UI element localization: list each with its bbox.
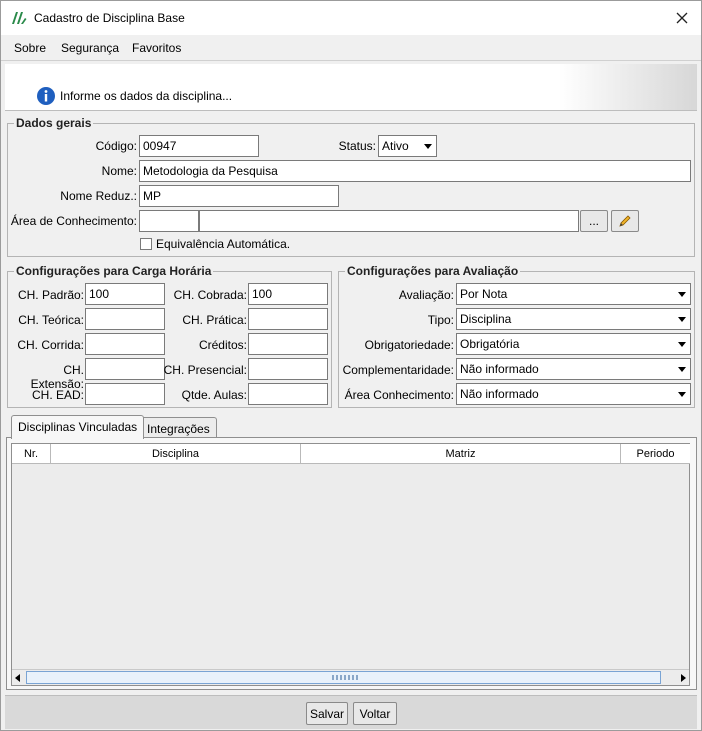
chevron-down-icon <box>678 342 686 347</box>
status-select[interactable]: Ativo <box>378 135 437 157</box>
ch-extensao-field[interactable] <box>85 358 165 380</box>
complementaridade-select[interactable]: Não informado <box>456 358 691 380</box>
scroll-right-icon[interactable] <box>681 674 686 682</box>
disciplinas-grid[interactable]: Nr. Disciplina Matriz Periodo <box>11 443 690 686</box>
main-window: Cadastro de Disciplina Base Sobre Segura… <box>0 0 702 731</box>
column-header-disciplina[interactable]: Disciplina <box>51 444 301 464</box>
ch-presencial-label: CH. Presencial: <box>163 363 247 377</box>
nome-reduz-label: Nome Reduz.: <box>60 189 137 203</box>
ch-pratica-label: CH. Prática: <box>182 313 247 327</box>
chevron-down-icon <box>678 292 686 297</box>
complementaridade-value: Não informado <box>460 362 539 376</box>
equivalencia-checkbox[interactable] <box>140 238 152 250</box>
menu-bar: Sobre Segurança Favoritos <box>1 35 701 61</box>
qtde-aulas-label: Qtde. Aulas: <box>181 388 247 402</box>
info-icon <box>36 86 56 109</box>
nome-field[interactable]: Metodologia da Pesquisa <box>139 160 691 182</box>
avaliacao-value: Por Nota <box>460 287 508 301</box>
dados-gerais-legend: Dados gerais <box>14 116 94 130</box>
app-logo-icon <box>11 11 27 28</box>
tipo-value: Disciplina <box>460 312 512 326</box>
footer-bar: Salvar Voltar <box>5 695 697 729</box>
area-conhecimento-value: Não informado <box>460 387 539 401</box>
area-conhecimento-select[interactable]: Não informado <box>456 383 691 405</box>
chevron-down-icon <box>678 392 686 397</box>
creditos-field[interactable] <box>248 333 328 355</box>
column-header-matriz[interactable]: Matriz <box>301 444 621 464</box>
equivalencia-label: Equivalência Automática. <box>156 237 291 251</box>
ch-teorica-field[interactable] <box>85 308 165 330</box>
column-header-nr[interactable]: Nr. <box>12 444 51 464</box>
scrollbar-thumb[interactable] <box>26 671 661 684</box>
tab-disciplinas-vinculadas[interactable]: Disciplinas Vinculadas <box>11 415 145 439</box>
ch-padrao-field[interactable]: 100 <box>85 283 165 305</box>
ch-padrao-label: CH. Padrão: <box>17 288 84 302</box>
ch-presencial-field[interactable] <box>248 358 328 380</box>
tab-panel: Nr. Disciplina Matriz Periodo <box>6 437 697 690</box>
carga-horaria-legend: Configurações para Carga Horária <box>14 264 214 278</box>
ch-ead-field[interactable] <box>85 383 165 405</box>
chevron-down-icon <box>678 317 686 322</box>
ch-cobrada-field[interactable]: 100 <box>248 283 328 305</box>
obrigatoriedade-value: Obrigatória <box>460 337 520 351</box>
info-text: Informe os dados da disciplina... <box>60 89 233 103</box>
qtde-aulas-field[interactable] <box>248 383 328 405</box>
ch-cobrada-label: CH. Cobrada: <box>173 288 247 302</box>
ch-ead-label: CH. EAD: <box>31 388 84 402</box>
pencil-icon <box>617 215 633 232</box>
avaliacao-select[interactable]: Por Nota <box>456 283 691 305</box>
ch-extensao-label: CH. Extensão: <box>30 363 84 391</box>
dados-gerais-group: Dados gerais Código: 00947 Status: Ativo… <box>7 116 695 257</box>
nome-reduz-field[interactable]: MP <box>139 185 339 207</box>
carga-horaria-group: Configurações para Carga Horária CH. Pad… <box>7 264 332 408</box>
nome-label: Nome: <box>101 164 137 178</box>
window-title: Cadastro de Disciplina Base <box>34 11 185 25</box>
avaliacao-legend: Configurações para Avaliação <box>345 264 521 278</box>
area-code-field[interactable] <box>139 210 199 232</box>
horizontal-scrollbar[interactable] <box>12 669 689 685</box>
salvar-button[interactable]: Salvar <box>306 702 348 725</box>
area-conhecimento-aval-label: Área Conhecimento: <box>344 388 454 402</box>
menu-sobre[interactable]: Sobre <box>14 41 46 55</box>
avaliacao-group: Configurações para Avaliação Avaliação: … <box>338 264 695 408</box>
tipo-select[interactable]: Disciplina <box>456 308 691 330</box>
close-icon[interactable] <box>671 7 693 29</box>
creditos-label: Créditos: <box>198 338 247 352</box>
area-conhecimento-label: Área de Conhecimento: <box>10 214 137 228</box>
ch-corrida-field[interactable] <box>85 333 165 355</box>
scroll-left-icon[interactable] <box>15 674 20 682</box>
codigo-label: Código: <box>95 139 137 153</box>
obrigatoriedade-label: Obrigatoriedade: <box>364 338 454 352</box>
voltar-button[interactable]: Voltar <box>353 702 397 725</box>
obrigatoriedade-select[interactable]: Obrigatória <box>456 333 691 355</box>
tipo-label: Tipo: <box>427 313 454 327</box>
ch-corrida-label: CH. Corrida: <box>17 338 84 352</box>
info-banner: Informe os dados da disciplina... <box>5 64 697 111</box>
chevron-down-icon <box>678 367 686 372</box>
area-desc-field[interactable] <box>199 210 579 232</box>
status-value: Ativo <box>382 139 409 153</box>
edit-button[interactable] <box>611 210 639 232</box>
chevron-down-icon <box>424 144 432 149</box>
tab-integracoes[interactable]: Integrações <box>140 417 217 439</box>
title-bar: Cadastro de Disciplina Base <box>1 1 701 35</box>
status-label: Status: <box>338 139 376 153</box>
grip-icon <box>332 675 358 680</box>
codigo-field[interactable]: 00947 <box>139 135 259 157</box>
ch-teorica-label: CH. Teórica: <box>18 313 84 327</box>
browse-button[interactable]: ... <box>580 210 608 232</box>
complementaridade-label: Complementaridade: <box>342 363 454 377</box>
menu-seguranca[interactable]: Segurança <box>61 41 119 55</box>
menu-favoritos[interactable]: Favoritos <box>132 41 181 55</box>
column-header-periodo[interactable]: Periodo <box>621 444 690 464</box>
ch-pratica-field[interactable] <box>248 308 328 330</box>
avaliacao-label: Avaliação: <box>398 288 454 302</box>
